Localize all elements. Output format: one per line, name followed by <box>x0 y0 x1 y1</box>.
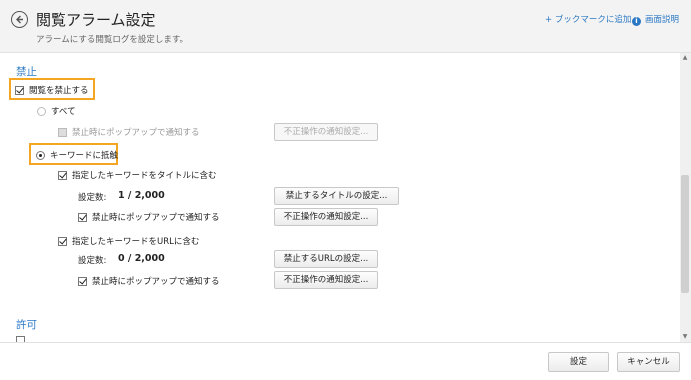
info-icon: i <box>632 17 641 26</box>
all-popup-label: 禁止時にポップアップで通知する <box>72 128 200 138</box>
settings-content: 禁止 閲覧を禁止する すべて 禁止時にポップアップで通知する 不正操作の通知設定… <box>0 53 680 342</box>
header-bar: 閲覧アラーム設定 アラームにする閲覧ログを設定します。 + ブックマークに追加 … <box>0 0 691 53</box>
scroll-thumb[interactable] <box>681 175 689 293</box>
block-browsing-label: 閲覧を禁止する <box>29 86 89 96</box>
checkbox-checked-icon[interactable] <box>15 85 24 95</box>
add-bookmark-link[interactable]: + ブックマークに追加 <box>545 13 631 25</box>
url-keyword-label: 指定したキーワードをURLに含む <box>72 237 200 247</box>
url-notify-settings-button[interactable]: 不正操作の通知設定... <box>274 271 378 289</box>
title-settings-button[interactable]: 禁止するタイトルの設定... <box>274 187 399 205</box>
scroll-up-arrow-icon[interactable]: ▲ <box>682 55 688 61</box>
footer-bar: 設定 キャンセル <box>0 342 691 380</box>
checkbox-checked-icon[interactable] <box>58 236 67 246</box>
block-browsing-checkbox[interactable]: 閲覧を禁止する <box>15 84 89 96</box>
checkbox-disabled-icon[interactable] <box>58 127 67 137</box>
url-keyword-checkbox[interactable]: 指定したキーワードをURLに含む <box>58 235 199 247</box>
vertical-scrollbar[interactable]: ▲ ▼ <box>680 53 691 342</box>
all-notify-settings-button[interactable]: 不正操作の通知設定... <box>274 123 378 141</box>
title-popup-checkbox[interactable]: 禁止時にポップアップで通知する <box>78 211 220 223</box>
title-count-value: 1 / 2,000 <box>118 190 165 201</box>
help-link[interactable]: i 画面説明 <box>632 13 679 26</box>
page-subtitle: アラームにする閲覧ログを設定します。 <box>36 35 188 45</box>
url-popup-label: 禁止時にポップアップで通知する <box>92 277 220 287</box>
cancel-button[interactable]: キャンセル <box>617 352 680 372</box>
url-count-value: 0 / 2,000 <box>118 253 165 264</box>
help-link-label: 画面説明 <box>645 15 680 25</box>
checkbox-checked-icon[interactable] <box>58 170 67 180</box>
radio-keyword[interactable]: キーワードに抵触 <box>36 149 118 161</box>
url-count-label: 設定数: <box>78 256 107 266</box>
title-popup-label: 禁止時にポップアップで通知する <box>92 213 220 223</box>
save-button[interactable]: 設定 <box>548 352 609 372</box>
radio-keyword-label: キーワードに抵触 <box>50 151 119 161</box>
radio-checked-icon[interactable] <box>36 150 45 160</box>
page-title: 閲覧アラーム設定 <box>36 11 156 29</box>
title-keyword-checkbox[interactable]: 指定したキーワードをタイトルに含む <box>58 169 217 181</box>
section-title-allow: 許可 <box>16 319 37 331</box>
radio-all-label: すべて <box>51 107 76 117</box>
back-arrow-icon[interactable] <box>11 11 28 28</box>
checkbox-checked-icon[interactable] <box>78 276 87 286</box>
radio-unchecked-icon[interactable] <box>37 106 46 116</box>
scroll-down-arrow-icon[interactable]: ▼ <box>682 334 688 340</box>
title-count-label: 設定数: <box>78 193 107 203</box>
section-title-block: 禁止 <box>16 66 37 78</box>
title-keyword-label: 指定したキーワードをタイトルに含む <box>72 171 217 181</box>
all-popup-checkbox[interactable]: 禁止時にポップアップで通知する <box>58 126 200 138</box>
checkbox-checked-icon[interactable] <box>78 212 87 222</box>
radio-all[interactable]: すべて <box>37 105 76 117</box>
url-settings-button[interactable]: 禁止するURLの設定... <box>274 250 378 268</box>
url-popup-checkbox[interactable]: 禁止時にポップアップで通知する <box>78 275 220 287</box>
title-notify-settings-button[interactable]: 不正操作の通知設定... <box>274 208 378 226</box>
